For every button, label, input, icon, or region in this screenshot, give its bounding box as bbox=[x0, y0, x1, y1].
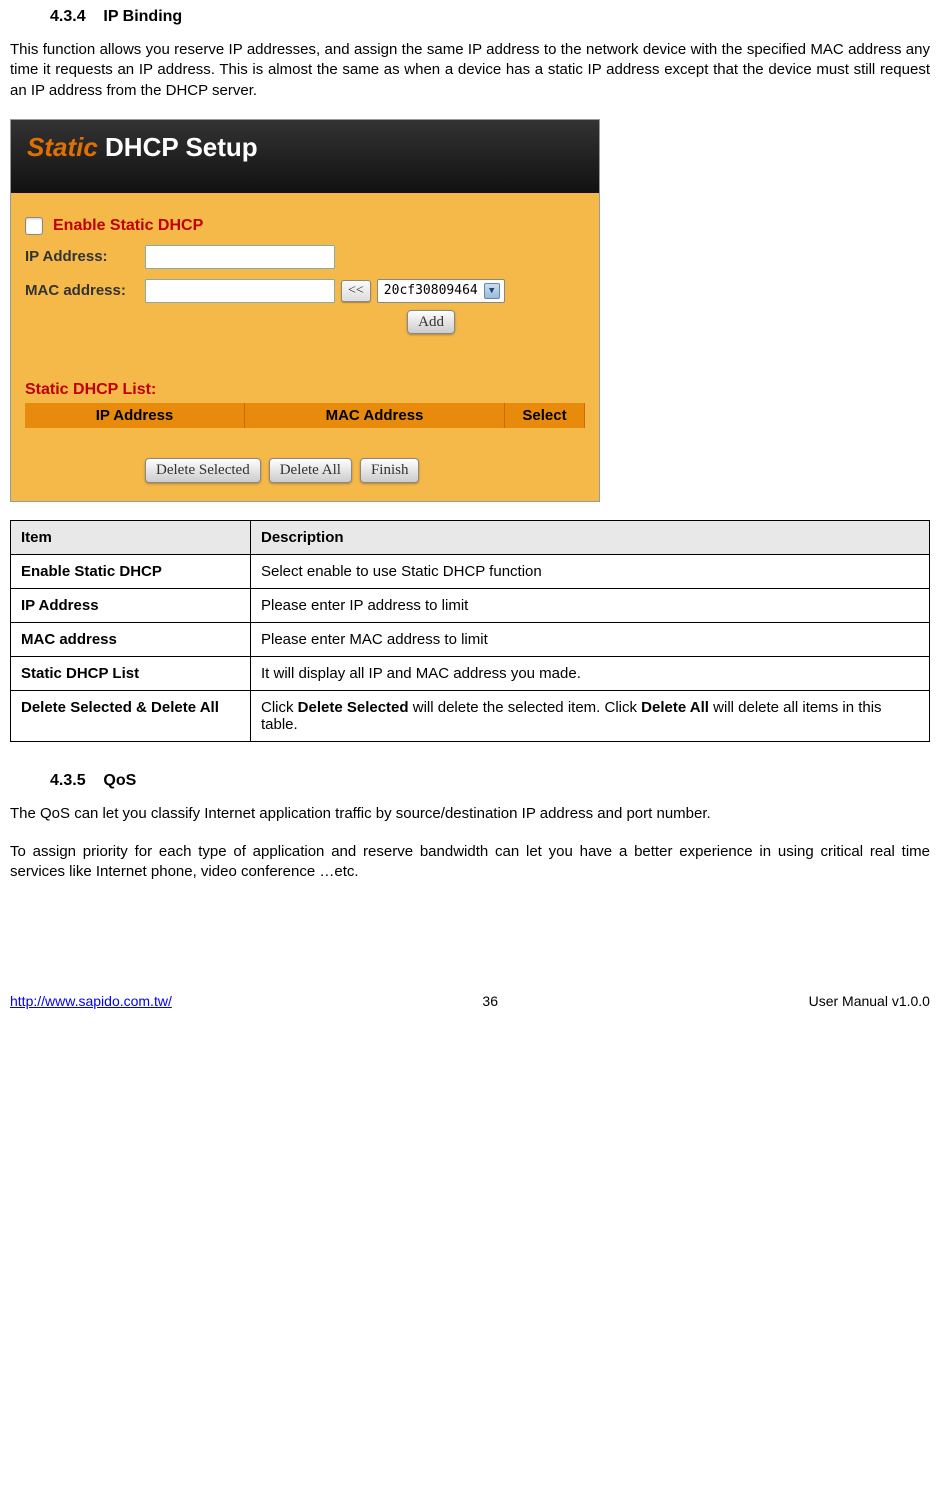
section-title: QoS bbox=[103, 772, 136, 789]
add-button[interactable]: Add bbox=[407, 310, 455, 334]
desc-text: will delete the selected item. Click bbox=[409, 699, 642, 716]
table-row: Delete Selected & Delete All Click Delet… bbox=[11, 690, 930, 741]
table-desc: Select enable to use Static DHCP functio… bbox=[251, 554, 930, 588]
screenshot-body: Enable Static DHCP IP Address: MAC addre… bbox=[11, 193, 599, 501]
static-dhcp-list-title: Static DHCP List: bbox=[25, 381, 585, 399]
col-mac-address: MAC Address bbox=[245, 403, 505, 428]
table-header-item: Item bbox=[11, 520, 251, 554]
table-item: IP Address bbox=[11, 588, 251, 622]
chevron-down-icon: ▼ bbox=[484, 283, 500, 299]
table-desc: Click Delete Selected will delete the se… bbox=[251, 690, 930, 741]
section1-paragraph: This function allows you reserve IP addr… bbox=[10, 40, 930, 101]
section-number: 4.3.4 bbox=[50, 8, 86, 25]
delete-selected-button[interactable]: Delete Selected bbox=[145, 458, 261, 483]
table-item: Static DHCP List bbox=[11, 656, 251, 690]
screenshot-banner: Static DHCP Setup bbox=[11, 120, 599, 193]
finish-button[interactable]: Finish bbox=[360, 458, 420, 483]
table-item: Enable Static DHCP bbox=[11, 554, 251, 588]
page-number: 36 bbox=[482, 993, 498, 1009]
section-4-3-5-heading: 4.3.5 QoS bbox=[50, 772, 930, 790]
mac-address-input[interactable] bbox=[145, 279, 335, 303]
table-row: Enable Static DHCP Select enable to use … bbox=[11, 554, 930, 588]
table-row: IP Address Please enter IP address to li… bbox=[11, 588, 930, 622]
mac-address-label: MAC address: bbox=[25, 282, 145, 299]
section-4-3-4-heading: 4.3.4 IP Binding bbox=[50, 8, 930, 26]
list-header-row: IP Address MAC Address Select bbox=[25, 403, 585, 428]
copy-mac-button[interactable]: << bbox=[341, 280, 371, 302]
table-desc: Please enter IP address to limit bbox=[251, 588, 930, 622]
section2-paragraph2: To assign priority for each type of appl… bbox=[10, 842, 930, 883]
delete-all-button[interactable]: Delete All bbox=[269, 458, 352, 483]
table-header-description: Description bbox=[251, 520, 930, 554]
desc-bold: Delete All bbox=[641, 699, 709, 716]
mac-dropdown-value: 20cf30809464 bbox=[384, 283, 478, 298]
page-footer: http://www.sapido.com.tw/ 36 User Manual… bbox=[10, 993, 930, 1019]
banner-white: DHCP Setup bbox=[105, 132, 258, 162]
mac-dropdown[interactable]: 20cf30809464 ▼ bbox=[377, 279, 505, 303]
col-ip-address: IP Address bbox=[25, 403, 245, 428]
ip-address-label: IP Address: bbox=[25, 248, 145, 265]
footer-version: User Manual v1.0.0 bbox=[809, 993, 930, 1009]
table-item: Delete Selected & Delete All bbox=[11, 690, 251, 741]
description-table: Item Description Enable Static DHCP Sele… bbox=[10, 520, 930, 742]
desc-text: Click bbox=[261, 699, 298, 716]
enable-static-dhcp-checkbox[interactable] bbox=[25, 217, 43, 235]
table-item: MAC address bbox=[11, 622, 251, 656]
table-desc: It will display all IP and MAC address y… bbox=[251, 656, 930, 690]
desc-bold: Delete Selected bbox=[298, 699, 409, 716]
section-number: 4.3.5 bbox=[50, 772, 86, 789]
enable-static-dhcp-label: Enable Static DHCP bbox=[53, 217, 203, 235]
banner-italic: Static bbox=[27, 132, 105, 162]
table-row: Static DHCP List It will display all IP … bbox=[11, 656, 930, 690]
footer-url[interactable]: http://www.sapido.com.tw/ bbox=[10, 993, 172, 1009]
static-dhcp-setup-screenshot: Static DHCP Setup Enable Static DHCP IP … bbox=[10, 119, 600, 502]
section2-paragraph1: The QoS can let you classify Internet ap… bbox=[10, 804, 930, 824]
table-desc: Please enter MAC address to limit bbox=[251, 622, 930, 656]
table-row: MAC address Please enter MAC address to … bbox=[11, 622, 930, 656]
col-select: Select bbox=[505, 403, 585, 428]
ip-address-input[interactable] bbox=[145, 245, 335, 269]
section-title: IP Binding bbox=[103, 8, 182, 25]
